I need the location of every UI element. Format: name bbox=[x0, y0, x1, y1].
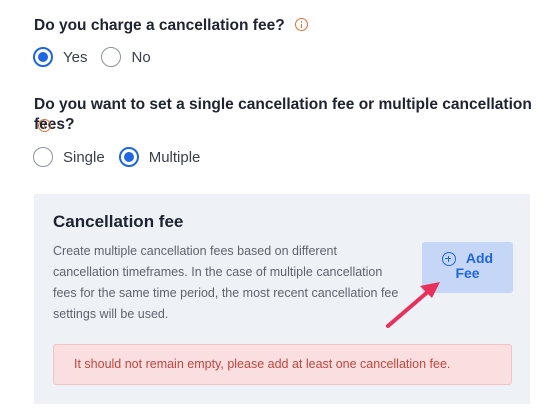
radio-no-label: No bbox=[131, 48, 151, 66]
radio-yes-indicator[interactable] bbox=[33, 47, 53, 67]
panel-description: Create multiple cancellation fees based … bbox=[53, 244, 399, 321]
radio-single-indicator[interactable] bbox=[33, 147, 53, 167]
radio-multiple[interactable]: Multiple bbox=[118, 147, 201, 167]
info-icon[interactable] bbox=[294, 18, 308, 31]
question-charge-fee-text: Do you charge a cancellation fee? bbox=[34, 17, 285, 34]
radio-no[interactable]: No bbox=[101, 47, 151, 67]
radio-single[interactable]: Single bbox=[33, 147, 105, 167]
radio-multiple-label: Multiple bbox=[148, 148, 201, 166]
radio-no-indicator[interactable] bbox=[101, 47, 122, 67]
info-icon[interactable] bbox=[38, 119, 51, 132]
error-message-text: It should not remain empty, please add a… bbox=[74, 357, 451, 371]
charge-fee-radio-group: Yes No bbox=[33, 47, 165, 67]
radio-single-label: Single bbox=[63, 148, 105, 166]
add-fee-label-line1: Add bbox=[465, 250, 494, 266]
fee-type-radio-group: Single Multiple bbox=[33, 147, 214, 167]
panel-title: Cancellation fee bbox=[53, 212, 184, 231]
radio-multiple-indicator[interactable] bbox=[118, 147, 139, 167]
cancellation-fee-panel: Cancellation fee Create multiple cancell… bbox=[34, 194, 530, 404]
annotation-arrow-icon bbox=[386, 282, 440, 328]
error-message: It should not remain empty, please add a… bbox=[53, 344, 512, 385]
plus-circle-icon bbox=[441, 251, 456, 266]
question-single-multiple-text: Do you want to set a single cancellation… bbox=[34, 96, 532, 133]
radio-yes-label: Yes bbox=[63, 48, 88, 66]
question-single-multiple: Do you want to set a single cancellation… bbox=[34, 95, 544, 135]
radio-yes[interactable]: Yes bbox=[33, 47, 87, 67]
question-charge-fee: Do you charge a cancellation fee? bbox=[34, 16, 308, 36]
